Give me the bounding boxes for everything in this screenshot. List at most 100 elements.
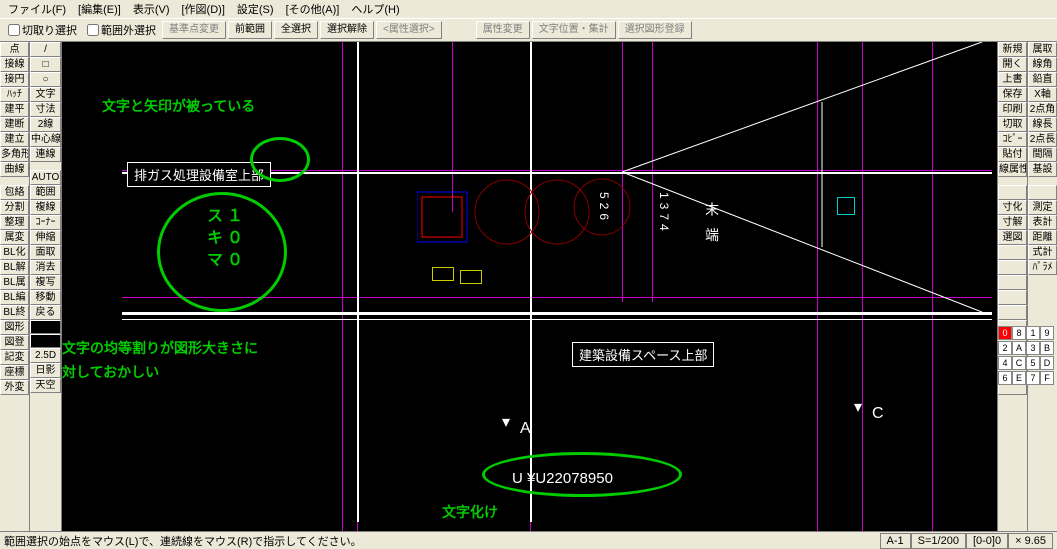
btn-textpos[interactable]: 文字位置・集計 (532, 21, 616, 39)
left2-btn-22[interactable]: 天空 (30, 378, 61, 393)
left2-btn-16[interactable]: 移動 (30, 290, 61, 305)
left2-btn-11[interactable]: ｺｰﾅｰ (30, 215, 61, 230)
left1-btn-11[interactable]: 整理 (0, 215, 29, 230)
right1-btn-4[interactable]: 印刷 (998, 102, 1027, 117)
left1-btn-3[interactable]: ﾊｯﾁ (0, 87, 29, 102)
right2-btn-3[interactable]: X軸 (1028, 87, 1057, 102)
right1-btn-15[interactable] (998, 275, 1027, 290)
layergroup-C[interactable]: C (1012, 356, 1026, 370)
drawing-canvas[interactable]: 排ガス処理設備室上部 建築設備スペース上部 526 1374 末 端 スキマ １… (62, 42, 997, 531)
right2-btn-1[interactable]: 線角 (1028, 57, 1057, 72)
status-layer[interactable]: [0-0]0 (966, 533, 1008, 549)
right2-btn-4[interactable]: 2点角 (1028, 102, 1057, 117)
right2-btn-0[interactable]: 属取 (1028, 42, 1057, 57)
layergroup-E[interactable]: E (1012, 371, 1026, 385)
left1-btn-7[interactable]: 多角形 (0, 147, 29, 162)
left1-btn-16[interactable]: BL編 (0, 290, 29, 305)
right1-btn-13[interactable] (998, 245, 1027, 260)
menu-edit[interactable]: [編集(E)] (74, 0, 125, 19)
btn-attrchange[interactable]: 属性変更 (476, 21, 530, 39)
right1-btn-1[interactable]: 開く (998, 57, 1027, 72)
right1-btn-9[interactable] (998, 185, 1027, 200)
right1-btn-2[interactable]: 上書 (998, 72, 1027, 87)
right2-btn-10[interactable]: 測定 (1028, 200, 1057, 215)
right1-btn-10[interactable]: 寸化 (998, 200, 1027, 215)
layergroup-D[interactable]: D (1040, 356, 1054, 370)
btn-attrselect[interactable]: <属性選択> (376, 21, 442, 39)
layergroup-9[interactable]: 9 (1040, 326, 1054, 340)
right1-btn-6[interactable]: ｺﾋﾟｰ (998, 132, 1027, 147)
right2-btn-8[interactable]: 基設 (1028, 162, 1057, 177)
left1-btn-18[interactable]: 図形 (0, 320, 29, 335)
menu-draw[interactable]: [作図(D)] (178, 0, 229, 19)
left2-btn-9[interactable]: 範囲 (30, 185, 61, 200)
left1-btn-19[interactable]: 図登 (0, 335, 29, 350)
left1-btn-17[interactable]: BL終 (0, 305, 29, 320)
layergroup-A[interactable]: A (1012, 341, 1026, 355)
left2-btn-21[interactable]: 日影 (30, 363, 61, 378)
right1-btn-8[interactable]: 線属性 (998, 162, 1027, 177)
right1-btn-16[interactable] (998, 290, 1027, 305)
layergroup-0[interactable]: 0 (998, 326, 1012, 340)
left1-btn-12[interactable]: 属変 (0, 230, 29, 245)
chk-cutselect[interactable]: 切取り選択 (4, 22, 81, 38)
left2-btn-7[interactable]: 連線 (30, 147, 61, 162)
left1-btn-2[interactable]: 接円 (0, 72, 29, 87)
left2-btn-8[interactable]: AUTO (30, 170, 61, 185)
left2-btn-14[interactable]: 消去 (30, 260, 61, 275)
left2-btn-1[interactable]: □ (30, 57, 61, 72)
layergroup-5[interactable]: 5 (1026, 356, 1040, 370)
right1-btn-0[interactable]: 新規 (998, 42, 1027, 57)
right1-btn-17[interactable] (998, 305, 1027, 320)
right2-btn-7[interactable]: 間隔 (1028, 147, 1057, 162)
left2-btn-6[interactable]: 中心線 (30, 132, 61, 147)
status-zoom[interactable]: × 9.65 (1008, 533, 1053, 549)
layergroup-8[interactable]: 8 (1012, 326, 1026, 340)
menu-view[interactable]: 表示(V) (129, 0, 174, 19)
left1-btn-8[interactable]: 曲線 (0, 162, 29, 177)
left2-btn-5[interactable]: 2線 (30, 117, 61, 132)
right1-btn-14[interactable] (998, 260, 1027, 275)
layergroup-6[interactable]: 6 (998, 371, 1012, 385)
right2-btn-6[interactable]: 2点長 (1028, 132, 1057, 147)
left2-btn-2[interactable]: ○ (30, 72, 61, 87)
left1-btn-5[interactable]: 建断 (0, 117, 29, 132)
layergroup-4[interactable]: 4 (998, 356, 1012, 370)
left2-btn-0[interactable]: / (30, 42, 61, 57)
layergroup-1[interactable]: 1 (1026, 326, 1040, 340)
right2-btn-9[interactable] (1028, 185, 1057, 200)
left1-btn-22[interactable]: 外変 (0, 380, 29, 395)
menu-file[interactable]: ファイル(F) (4, 0, 70, 19)
left2-btn-20[interactable]: 2.5D (30, 348, 61, 363)
right2-btn-13[interactable]: 式計 (1028, 245, 1057, 260)
layergroup-3[interactable]: 3 (1026, 341, 1040, 355)
status-sheet[interactable]: A-1 (880, 533, 911, 549)
left2-btn-15[interactable]: 複写 (30, 275, 61, 290)
left2-btn-17[interactable]: 戻る (30, 305, 61, 320)
left2-btn-18[interactable] (30, 320, 61, 334)
left1-btn-0[interactable]: 点 (0, 42, 29, 57)
right2-btn-2[interactable]: 鉛直 (1028, 72, 1057, 87)
right2-btn-12[interactable]: 距離 (1028, 230, 1057, 245)
left2-btn-13[interactable]: 面取 (30, 245, 61, 260)
status-scale[interactable]: S=1/200 (911, 533, 966, 549)
layergroup-7[interactable]: 7 (1026, 371, 1040, 385)
left1-btn-9[interactable]: 包絡 (0, 185, 29, 200)
left2-btn-4[interactable]: 寸法 (30, 102, 61, 117)
left1-btn-21[interactable]: 座標 (0, 365, 29, 380)
chk-outselect[interactable]: 範囲外選択 (83, 22, 160, 38)
btn-deselect[interactable]: 選択解除 (320, 21, 374, 39)
left2-btn-19[interactable] (30, 334, 61, 348)
left1-btn-13[interactable]: BL化 (0, 245, 29, 260)
btn-basepoint[interactable]: 基準点変更 (162, 21, 226, 39)
right1-btn-5[interactable]: 切取 (998, 117, 1027, 132)
btn-selectall[interactable]: 全選択 (274, 21, 318, 39)
right1-btn-3[interactable]: 保存 (998, 87, 1027, 102)
left1-btn-20[interactable]: 記変 (0, 350, 29, 365)
right2-btn-11[interactable]: 表計 (1028, 215, 1057, 230)
menu-set[interactable]: 設定(S) (233, 0, 278, 19)
right1-btn-12[interactable]: 選図 (998, 230, 1027, 245)
layergroup-2[interactable]: 2 (998, 341, 1012, 355)
left1-btn-15[interactable]: BL属 (0, 275, 29, 290)
right2-btn-5[interactable]: 線長 (1028, 117, 1057, 132)
